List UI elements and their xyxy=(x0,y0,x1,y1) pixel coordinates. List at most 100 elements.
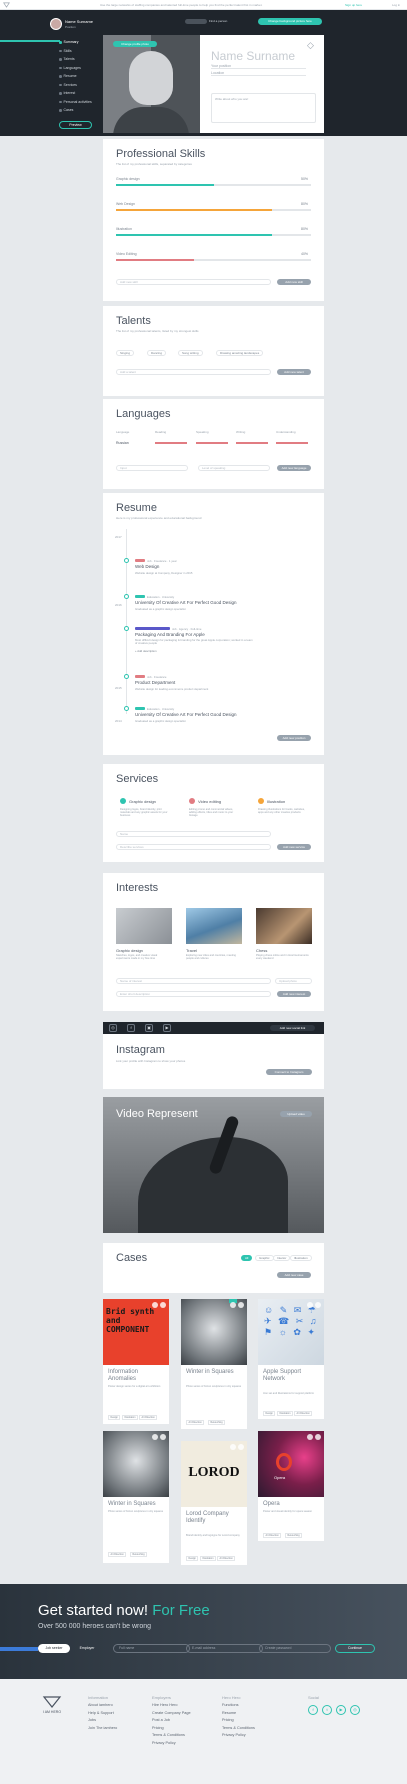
case-image[interactable]: LOROD xyxy=(181,1441,247,1507)
facebook-icon[interactable]: f xyxy=(308,1705,318,1715)
sign-up-link[interactable]: Sign up here xyxy=(345,3,362,7)
case-tag[interactable]: Illustration xyxy=(277,1411,293,1416)
interest-image[interactable] xyxy=(116,908,172,944)
full-name-input[interactable]: Full name xyxy=(113,1644,190,1653)
change-background-button[interactable]: Change background picture here xyxy=(258,18,322,25)
footer-logo[interactable]: I AM HERO xyxy=(38,1695,66,1714)
case-card[interactable]: Winter in Squares Photo series of frozen… xyxy=(181,1299,247,1429)
interest-image[interactable] xyxy=(256,908,312,944)
skill-bar[interactable] xyxy=(116,259,311,261)
speaking-level[interactable] xyxy=(196,442,228,444)
case-tag[interactable]: Retouching xyxy=(208,1420,226,1425)
delete-icon[interactable] xyxy=(315,1302,321,1308)
case-tag[interactable]: Design xyxy=(263,1411,276,1416)
camera-icon[interactable]: ▣ xyxy=(145,1024,153,1032)
filter-graphic[interactable]: Graphic xyxy=(255,1255,274,1261)
new-skill-input[interactable]: Add new skill xyxy=(116,279,271,285)
profile-photo[interactable]: Change profile photo xyxy=(103,35,200,133)
reading-level[interactable] xyxy=(155,442,187,444)
filter-all[interactable]: All xyxy=(241,1255,253,1261)
position-field[interactable]: Your position xyxy=(211,64,306,69)
resume-title[interactable]: Web Design xyxy=(135,564,159,569)
skill-bar[interactable] xyxy=(116,184,311,186)
delete-icon[interactable] xyxy=(315,1434,321,1440)
youtube-icon[interactable]: ▶ xyxy=(336,1705,346,1715)
case-image[interactable]: ☺ ✎ ✉ ☂ ✈ ☎ ✂ ♫ ⚑ ☼ ✿ ✦ xyxy=(258,1299,324,1365)
footer-link[interactable]: Terms & Conditions xyxy=(152,1733,191,1741)
filter-interior[interactable]: Interior xyxy=(273,1255,291,1261)
nav-item-services[interactable]: Services xyxy=(59,81,92,90)
footer-link[interactable]: Pricing xyxy=(222,1718,255,1726)
role-job-seeker[interactable]: Job seeker xyxy=(38,1644,70,1653)
footer-link[interactable]: Join The iamhero xyxy=(88,1726,117,1734)
case-card[interactable]: Winter in Squares Photo series of frozen… xyxy=(103,1431,169,1563)
edit-icon[interactable] xyxy=(152,1434,158,1440)
skill-bar[interactable] xyxy=(116,209,311,211)
case-tag[interactable]: Art Direction xyxy=(263,1533,282,1538)
understanding-level[interactable] xyxy=(276,442,308,444)
footer-link[interactable]: Post a Job xyxy=(152,1718,191,1726)
add-interest-button[interactable]: Add new interest xyxy=(277,991,311,997)
add-service-button[interactable]: Add new service xyxy=(277,844,311,850)
connect-instagram-button[interactable]: Connect to Instagram xyxy=(266,1069,312,1075)
instagram-icon[interactable]: ◎ xyxy=(350,1705,360,1715)
password-input[interactable]: Create password xyxy=(259,1644,331,1653)
video-section[interactable]: Video Represent Upload video xyxy=(103,1097,324,1233)
interest-name-input[interactable]: Name of interest xyxy=(116,978,271,984)
nav-item-interest[interactable]: Interest xyxy=(59,89,92,98)
footer-link[interactable]: Create Company Page xyxy=(152,1711,191,1719)
case-card[interactable]: Brid synth and COMPONENT Information Ano… xyxy=(103,1299,169,1424)
add-talent-button[interactable]: Add new talent xyxy=(277,369,311,375)
footer-link[interactable]: Hire Hero Hero xyxy=(152,1703,191,1711)
profile-name[interactable]: Name Surname xyxy=(211,49,295,63)
writing-level[interactable] xyxy=(236,442,268,444)
case-image[interactable] xyxy=(103,1431,169,1497)
add-case-button[interactable]: Add new case xyxy=(277,1272,311,1278)
add-description-link[interactable]: + Add description xyxy=(135,649,157,653)
case-card[interactable]: LOROD Lorod Company Identify Brand ident… xyxy=(181,1441,247,1565)
case-image[interactable] xyxy=(181,1299,247,1365)
level-input[interactable]: Level of speaking xyxy=(198,465,270,471)
case-tag[interactable]: Illustration xyxy=(122,1415,138,1420)
case-title[interactable]: Information Anomalies xyxy=(108,1369,166,1383)
case-image[interactable]: Brid synth and COMPONENT xyxy=(103,1299,169,1365)
add-skill-button[interactable]: Add new skill xyxy=(277,279,311,285)
facebook-icon[interactable]: f xyxy=(127,1024,135,1032)
edit-icon[interactable] xyxy=(307,1302,313,1308)
skill-bar[interactable] xyxy=(116,234,311,236)
case-tag[interactable]: Art Direction xyxy=(108,1552,127,1557)
edit-icon[interactable] xyxy=(152,1302,158,1308)
interest-image[interactable] xyxy=(186,908,242,944)
logo-icon[interactable] xyxy=(3,2,10,8)
language-input[interactable]: Input xyxy=(116,465,188,471)
nav-item-languages[interactable]: Languages xyxy=(59,64,92,73)
case-tag[interactable]: Design xyxy=(186,1556,199,1561)
role-employer[interactable]: Employer xyxy=(73,1644,101,1653)
case-tag[interactable]: Retouching xyxy=(285,1533,303,1538)
talent-tag[interactable]: Dancing xyxy=(147,350,167,356)
footer-link[interactable]: Privacy Policy xyxy=(152,1741,191,1749)
upload-photo-button[interactable]: Upload photo xyxy=(275,978,312,984)
talent-tag[interactable]: Singing xyxy=(116,350,135,356)
change-photo-button[interactable]: Change profile photo xyxy=(113,41,157,47)
edit-icon[interactable] xyxy=(307,1434,313,1440)
footer-link[interactable]: Jobs xyxy=(88,1718,117,1726)
nav-item-talents[interactable]: Talents xyxy=(59,55,92,64)
case-tag[interactable]: Art Direction xyxy=(139,1415,158,1420)
email-input[interactable]: E-mail address xyxy=(186,1644,263,1653)
delete-icon[interactable] xyxy=(238,1444,244,1450)
youtube-icon[interactable]: ▶ xyxy=(163,1024,171,1032)
case-title[interactable]: Lorod Company Identify xyxy=(186,1511,244,1525)
delete-icon[interactable] xyxy=(238,1302,244,1308)
continue-button[interactable]: Continue xyxy=(335,1644,375,1653)
avatar[interactable] xyxy=(50,18,62,30)
case-tag[interactable]: Art Direction xyxy=(217,1556,236,1561)
nav-item-personal-activities[interactable]: Personal activities xyxy=(59,98,92,107)
add-social-link-button[interactable]: Add new social link xyxy=(270,1025,315,1031)
twitter-icon[interactable]: t xyxy=(322,1705,332,1715)
footer-link[interactable]: About iamhero xyxy=(88,1703,117,1711)
footer-link[interactable]: Resume xyxy=(222,1711,255,1719)
resume-title[interactable]: University Of Creative Art For Perfect G… xyxy=(135,712,237,717)
filter-illustration[interactable]: Illustration xyxy=(290,1255,312,1261)
service-desc-input[interactable]: Describe services xyxy=(116,844,271,850)
